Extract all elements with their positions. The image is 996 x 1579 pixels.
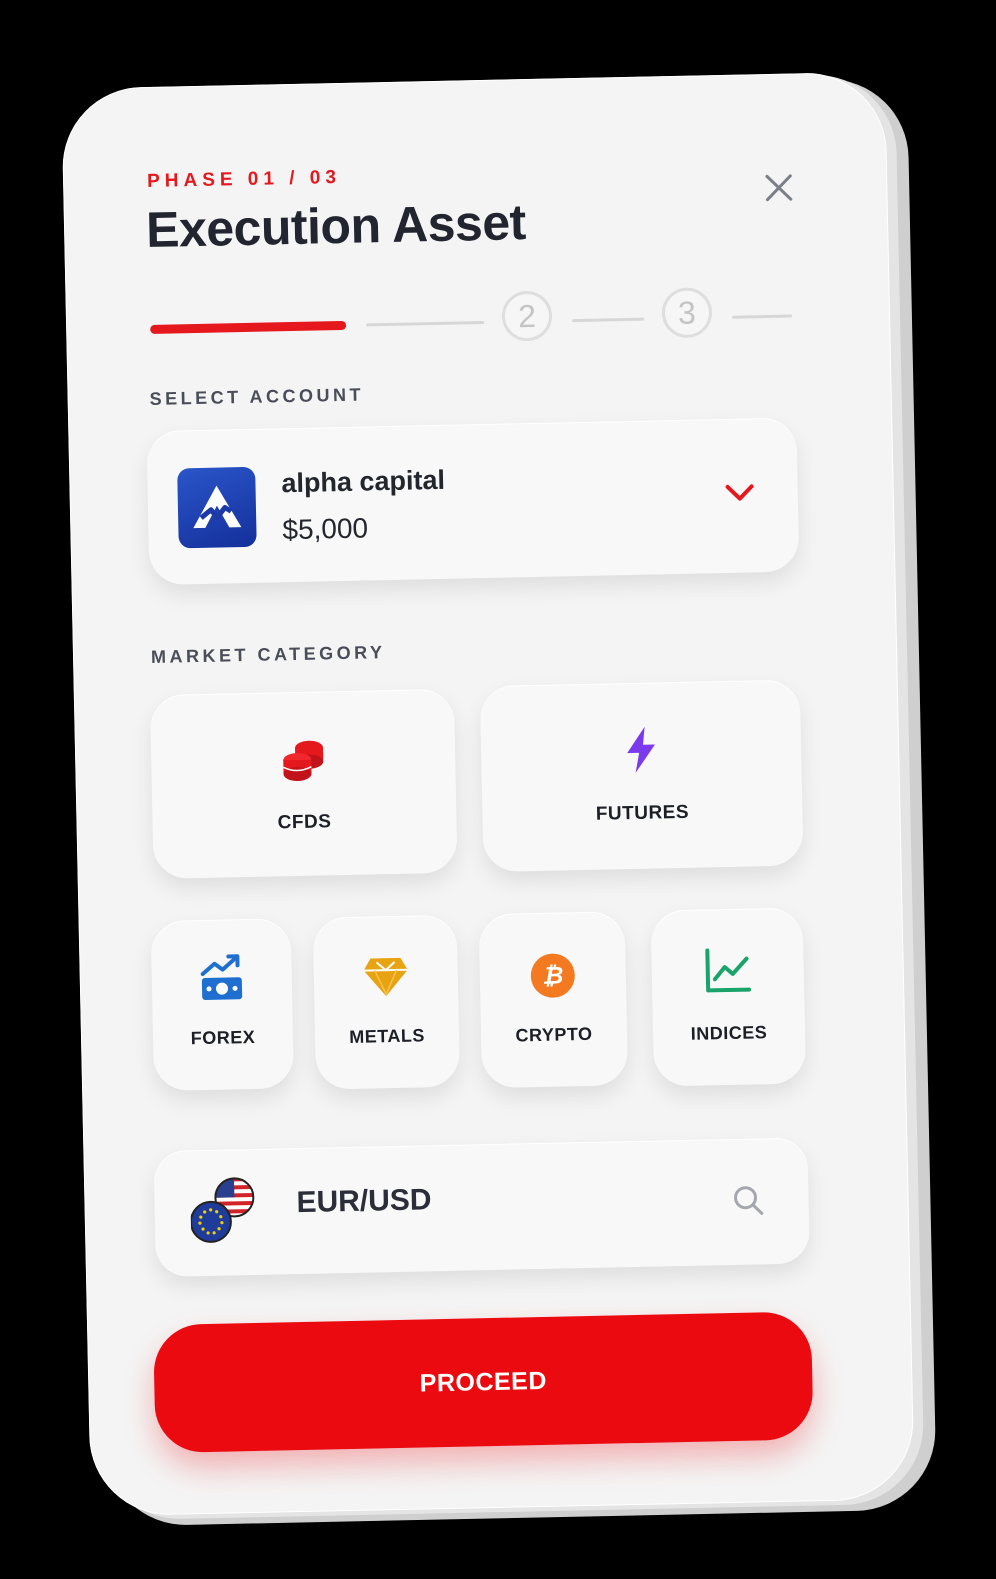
- search-icon[interactable]: [732, 1184, 765, 1217]
- chevron-down-icon[interactable]: [723, 480, 755, 505]
- stage: PHASE 01 / 03 Execution Asset 2 3 SELECT…: [0, 0, 996, 1579]
- category-label: CFDS: [277, 811, 332, 834]
- category-tile-metals[interactable]: METALS: [312, 914, 461, 1090]
- category-tile-crypto[interactable]: ₿ CRYPTO: [478, 911, 629, 1089]
- step-connector: [366, 320, 485, 327]
- coins-icon: [281, 737, 326, 789]
- category-label: METALS: [349, 1025, 426, 1047]
- step-1-active-bar: [150, 320, 347, 334]
- category-tile-forex[interactable]: FOREX: [150, 918, 295, 1092]
- currency-flags-icon: [189, 1175, 255, 1246]
- category-label: INDICES: [690, 1022, 768, 1044]
- category-tile-indices[interactable]: INDICES: [650, 907, 807, 1087]
- proceed-button[interactable]: PROCEED: [153, 1311, 814, 1454]
- category-label: FOREX: [190, 1026, 256, 1049]
- category-tile-cfds[interactable]: CFDS: [149, 688, 458, 880]
- execution-asset-card: PHASE 01 / 03 Execution Asset 2 3 SELECT…: [61, 71, 915, 1517]
- step-connector: [732, 314, 793, 319]
- account-balance: $5,000: [282, 512, 369, 546]
- lightning-icon: [623, 724, 660, 780]
- category-label: CRYPTO: [515, 1023, 593, 1046]
- step-connector: [572, 317, 645, 323]
- selected-pair: EUR/USD: [296, 1183, 432, 1220]
- money-trend-icon: [198, 953, 245, 1007]
- account-selector[interactable]: alpha capital $5,000: [146, 417, 800, 586]
- close-icon[interactable]: [761, 169, 796, 204]
- category-label: FUTURES: [595, 801, 690, 825]
- alpha-capital-logo: [177, 466, 257, 549]
- svg-text:₿: ₿: [542, 961, 564, 989]
- progress-stepper: 2 3: [149, 281, 800, 355]
- phase-label: PHASE 01 / 03: [146, 166, 342, 193]
- category-tile-futures[interactable]: FUTURES: [479, 679, 804, 873]
- page-title: Execution Asset: [145, 194, 527, 259]
- market-category-label: MARKET CATEGORY: [150, 642, 386, 668]
- gem-icon: [362, 956, 409, 1004]
- step-3-indicator[interactable]: 3: [661, 287, 713, 339]
- select-account-label: SELECT ACCOUNT: [149, 384, 365, 409]
- bitcoin-icon: ₿: [529, 952, 576, 1004]
- account-name: alpha capital: [281, 464, 446, 499]
- asset-search-field[interactable]: EUR/USD: [153, 1137, 810, 1278]
- step-2-indicator[interactable]: 2: [501, 290, 553, 342]
- line-chart-icon: [704, 947, 752, 999]
